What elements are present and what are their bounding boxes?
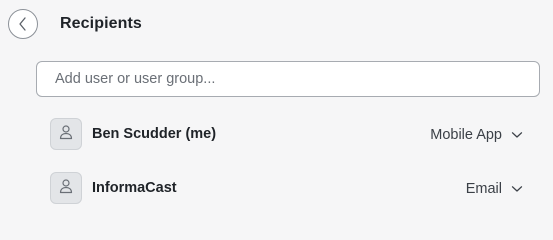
chevron-down-icon (511, 131, 523, 139)
person-icon (59, 124, 73, 145)
recipient-name: InformaCast (92, 180, 177, 196)
avatar (50, 118, 82, 150)
recipient-name: Ben Scudder (me) (92, 126, 217, 142)
delivery-method-dropdown[interactable]: Mobile App (430, 117, 523, 153)
page-title: Recipients (60, 15, 142, 32)
back-button[interactable] (8, 9, 38, 39)
delivery-method-label: Mobile App (430, 127, 502, 143)
header: Recipients (0, 0, 553, 52)
delivery-method-label: Email (465, 181, 502, 197)
avatar (50, 172, 82, 204)
delivery-method-dropdown[interactable]: Email (466, 171, 523, 207)
recipient-row: InformaCast Email (48, 171, 523, 207)
chevron-down-icon (511, 185, 523, 193)
recipient-row: Ben Scudder (me) Mobile App (48, 117, 523, 153)
person-icon (59, 178, 73, 199)
chevron-left-icon (18, 17, 28, 31)
search-input[interactable] (36, 61, 540, 97)
